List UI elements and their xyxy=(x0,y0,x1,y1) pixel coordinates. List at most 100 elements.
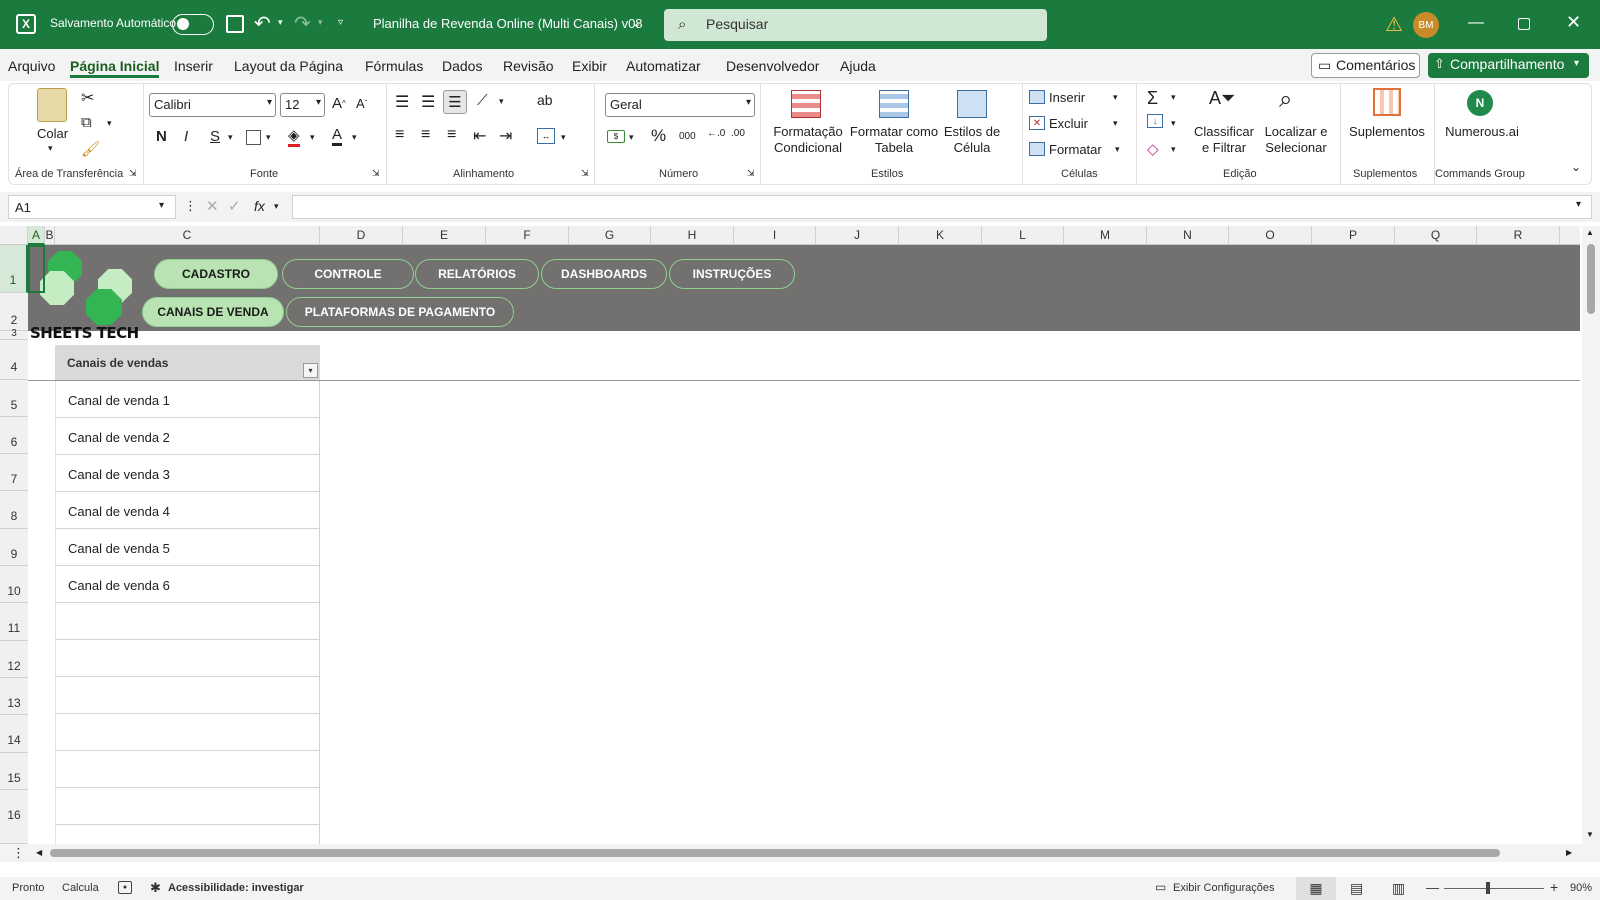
zoom-out-icon[interactable]: — xyxy=(1426,880,1439,895)
paste-icon[interactable] xyxy=(37,88,67,122)
col-header-h[interactable]: H xyxy=(651,226,734,245)
nav-controle-button[interactable]: CONTROLE xyxy=(282,259,414,289)
col-header-j[interactable]: J xyxy=(816,226,899,245)
tab-ajuda[interactable]: Ajuda xyxy=(840,58,876,74)
scroll-left-icon[interactable]: ◀ xyxy=(36,848,42,857)
tab-pagina-inicial[interactable]: Página Inicial xyxy=(70,58,160,78)
thousands-button[interactable]: 000 xyxy=(679,131,696,142)
macro-record-icon[interactable]: ● xyxy=(118,881,132,894)
table-row[interactable]: Canal de venda 4 xyxy=(55,492,320,529)
addins-label[interactable]: Suplementos xyxy=(1347,124,1427,140)
formula-input[interactable] xyxy=(292,195,1592,219)
font-launcher-icon[interactable]: ⇲ xyxy=(372,168,380,179)
nav-cadastro-button[interactable]: CADASTRO xyxy=(154,259,278,289)
increase-font-icon[interactable]: A ^ xyxy=(332,95,346,112)
addins-icon[interactable] xyxy=(1373,88,1401,116)
nav-plataformas-pagamento-button[interactable]: PLATAFORMAS DE PAGAMENTO xyxy=(286,297,514,327)
name-box[interactable]: A1 ▾ xyxy=(8,195,176,219)
autosum-chevron-icon[interactable]: ▾ xyxy=(1171,92,1176,103)
row-header-13[interactable]: 13 xyxy=(0,678,28,715)
col-header-e[interactable]: E xyxy=(403,226,486,245)
delete-cells-icon[interactable]: ✕ xyxy=(1029,116,1045,130)
row-header-12[interactable]: 12 xyxy=(0,641,28,678)
format-table-icon[interactable] xyxy=(879,90,909,118)
sheet-options-icon[interactable]: ⋮ xyxy=(12,845,25,861)
row-header-3[interactable]: 3 xyxy=(0,329,28,340)
close-icon[interactable]: ✕ xyxy=(1566,12,1581,33)
font-name-select[interactable]: Calibri ▾ xyxy=(149,93,276,117)
tab-inserir[interactable]: Inserir xyxy=(174,58,213,74)
format-chevron-icon[interactable]: ▾ xyxy=(1115,144,1120,155)
clipboard-launcher-icon[interactable]: ⇲ xyxy=(129,168,137,179)
table-row-empty[interactable] xyxy=(55,714,320,751)
nav-relatorios-button[interactable]: RELATÓRIOS xyxy=(415,259,539,289)
table-header[interactable]: Canais de vendas ▾ xyxy=(55,345,320,380)
col-header-g[interactable]: G xyxy=(569,226,651,245)
confirm-entry-icon[interactable]: ✓ xyxy=(228,197,241,215)
customize-toolbar-icon[interactable]: ▿ xyxy=(338,17,343,28)
table-row[interactable]: Canal de venda 1 xyxy=(55,381,320,418)
insert-chevron-icon[interactable]: ▾ xyxy=(1113,92,1118,103)
row-header-9[interactable]: 9 xyxy=(0,529,28,566)
undo-icon[interactable]: ↶ xyxy=(254,11,271,36)
table-row-empty[interactable] xyxy=(55,677,320,714)
row-header-1[interactable]: 1 xyxy=(0,245,28,293)
tab-revisao[interactable]: Revisão xyxy=(503,58,554,74)
save-icon[interactable] xyxy=(226,15,244,33)
col-header-l[interactable]: L xyxy=(982,226,1064,245)
display-settings-label[interactable]: Exibir Configurações xyxy=(1173,882,1275,894)
clear-icon[interactable]: ◇ xyxy=(1147,140,1159,158)
nav-canais-venda-button[interactable]: CANAIS DE VENDA xyxy=(142,297,284,327)
row-header-10[interactable]: 10 xyxy=(0,566,28,603)
minimize-icon[interactable]: — xyxy=(1468,14,1484,32)
format-table-label-2[interactable]: Tabela xyxy=(849,140,939,156)
row-header-11[interactable]: 11 xyxy=(0,603,28,641)
filter-dropdown-icon[interactable]: ▾ xyxy=(303,363,318,378)
accessibility-icon[interactable]: ✱ xyxy=(150,880,161,896)
cut-icon[interactable]: ✂ xyxy=(81,88,94,108)
accessibility-status[interactable]: Acessibilidade: investigar xyxy=(168,882,304,894)
vertical-scroll-thumb[interactable] xyxy=(1587,244,1595,314)
tab-desenvolvedor[interactable]: Desenvolvedor xyxy=(726,58,819,74)
redo-icon[interactable]: ↷ xyxy=(294,11,311,36)
excel-logo-icon[interactable]: X xyxy=(16,14,36,34)
alignment-launcher-icon[interactable]: ⇲ xyxy=(581,168,589,179)
horizontal-scroll-thumb[interactable] xyxy=(50,849,1500,857)
numerous-ai-icon[interactable]: N xyxy=(1467,90,1493,116)
col-header-b[interactable]: B xyxy=(45,226,55,245)
col-header-r[interactable]: R xyxy=(1477,226,1560,245)
nav-instrucoes-button[interactable]: INSTRUÇÕES xyxy=(669,259,795,289)
table-row[interactable]: Canal de venda 6 xyxy=(55,566,320,603)
tab-dados[interactable]: Dados xyxy=(442,58,482,74)
font-color-icon[interactable]: A xyxy=(332,126,343,146)
find-select-label-2[interactable]: Selecionar xyxy=(1259,140,1333,156)
sort-filter-label-2[interactable]: e Filtrar xyxy=(1189,140,1259,156)
col-header-i[interactable]: I xyxy=(734,226,816,245)
col-header-n[interactable]: N xyxy=(1147,226,1229,245)
table-row[interactable]: Canal de venda 3 xyxy=(55,455,320,492)
page-layout-view-icon[interactable]: ▤ xyxy=(1350,880,1363,897)
increase-decimal-icon[interactable]: ←.0 xyxy=(707,128,725,139)
tab-automatizar[interactable]: Automatizar xyxy=(626,58,701,74)
horizontal-scrollbar[interactable]: ⋮ ◀ ▶ xyxy=(0,844,1600,862)
col-header-p[interactable]: P xyxy=(1312,226,1395,245)
vertical-scrollbar[interactable]: ▲ ▼ xyxy=(1582,226,1600,844)
align-left-icon[interactable]: ≡ xyxy=(395,126,404,144)
row-header-4[interactable]: 4 xyxy=(0,340,28,380)
spreadsheet-grid[interactable]: A B C D E F G H I J K L M N O P Q R 1 2 … xyxy=(0,226,1600,844)
warning-icon[interactable]: ⚠ xyxy=(1385,12,1403,37)
col-header-c[interactable]: C xyxy=(55,226,320,245)
zoom-slider-thumb[interactable] xyxy=(1486,882,1490,894)
conditional-format-label-2[interactable]: Condicional xyxy=(773,140,843,156)
decrease-decimal-icon[interactable]: .00 xyxy=(731,128,745,139)
number-launcher-icon[interactable]: ⇲ xyxy=(747,168,755,179)
borders-chevron-icon[interactable]: ▾ xyxy=(266,132,271,143)
paste-label[interactable]: Colar xyxy=(37,126,68,142)
name-box-chevron-icon[interactable]: ▾ xyxy=(159,200,164,211)
merge-center-icon[interactable]: ↔ xyxy=(537,128,555,144)
fill-color-icon[interactable]: ◈ xyxy=(288,126,300,147)
underline-chevron-icon[interactable]: ▾ xyxy=(228,132,233,143)
currency-chevron-icon[interactable]: ▾ xyxy=(629,132,634,143)
font-size-select[interactable]: 12 ▾ xyxy=(280,93,325,117)
fill-chevron-icon[interactable]: ▾ xyxy=(1171,118,1176,129)
